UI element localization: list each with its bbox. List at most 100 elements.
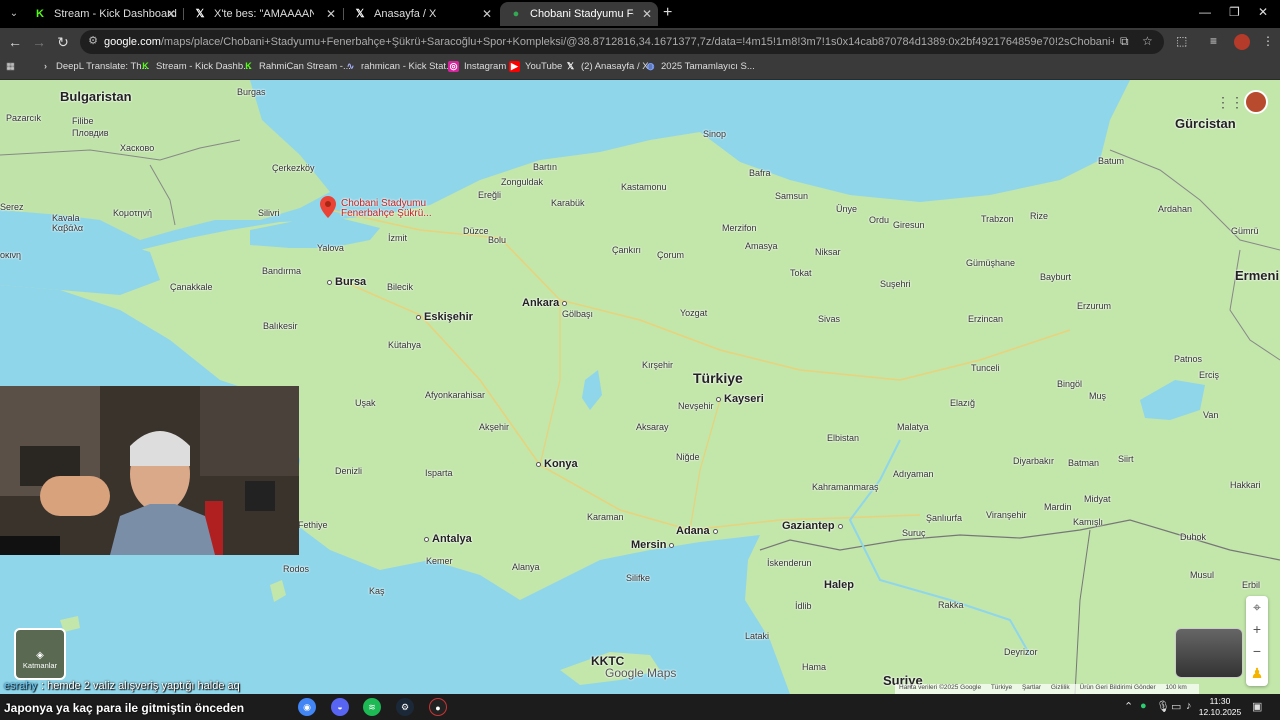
map-label-ermeni: Ermeni [1235, 268, 1280, 283]
tray-expand-icon[interactable]: ⌃ [1124, 700, 1133, 713]
map-attribution: Harita verileri ©2025 Google Türkiye Şar… [895, 684, 1199, 694]
bookmark-instagram[interactable]: ◎ Instagram [448, 56, 506, 78]
map-label-filibe: Filibe [72, 116, 94, 126]
new-tab-icon[interactable]: + [663, 4, 672, 22]
tab-x-post[interactable]: 𝕏 X'te bes: "AMAAAANN @Ebon ✕ [184, 2, 342, 26]
bookmark-label: YouTube [525, 61, 563, 72]
map-label-cankiri: Çankırı [612, 245, 642, 255]
map-label-bursa: Bursa [327, 276, 366, 288]
city-dot-icon [416, 314, 421, 320]
close-tab-icon[interactable]: ✕ [642, 2, 652, 26]
close-tab-icon[interactable]: ✕ [166, 2, 176, 26]
city-name: Gaziantep [782, 520, 835, 532]
layers-button[interactable]: ◈ Katmanlar [14, 628, 66, 680]
bookmark-kick-stats[interactable]: ∿ rahmican - Kick Stat... [345, 56, 454, 78]
map-label-kas: Kaş [369, 586, 385, 596]
map-canvas[interactable]: Bulgaristan Gürcistan Türkiye Ermeni Sur… [0, 80, 1280, 694]
tab-title: Anasayfa / X [374, 8, 437, 20]
tab-kick-dashboard[interactable]: K Stream - Kick Dashboard ✕ [24, 2, 182, 26]
bookmark-tamamlayici[interactable]: ◍ 2025 Tamamlayıcı S... [645, 56, 755, 78]
attribution-feedback[interactable]: Ürün Geri Bildirimi Gönder [1080, 684, 1156, 691]
url-text[interactable]: google.com/maps/place/Chobani+Stadyumu+F… [104, 30, 1114, 54]
map-label-alanya: Alanya [512, 562, 540, 572]
steam-icon[interactable]: ⚙ [396, 698, 414, 716]
layers-icon: ◈ [36, 650, 44, 661]
map-label-suruc: Suruç [902, 528, 926, 538]
close-tab-icon[interactable]: ✕ [326, 2, 336, 26]
bookmark-label: Stream - Kick Dashb... [156, 61, 252, 72]
microphone-icon[interactable]: 🎙 [1156, 700, 1170, 713]
bookmark-x-home[interactable]: 𝕏 (2) Anasayfa / X [565, 56, 649, 78]
map-label-afyon: Afyonkarahisar [425, 390, 486, 400]
city-name: Bursa [335, 276, 367, 288]
address-bar[interactable]: ⚙ google.com/maps/place/Chobani+Stadyumu… [80, 30, 1164, 54]
chrome-icon[interactable]: ◉ [298, 698, 316, 716]
city-dot-icon [712, 528, 718, 534]
map-label-silifke: Silifke [626, 573, 651, 583]
extensions-icon[interactable]: ⬚ [1176, 34, 1187, 48]
map-label-konya: Konya [536, 458, 578, 470]
account-avatar[interactable] [1244, 90, 1268, 114]
attribution-country[interactable]: Türkiye [991, 684, 1012, 691]
back-icon[interactable]: ← [6, 33, 24, 51]
scale-bar[interactable]: 100 km [1166, 684, 1187, 691]
obs-icon[interactable]: ● [429, 698, 447, 716]
bookmark-star-icon[interactable]: ☆ [1142, 34, 1153, 48]
city-name: Ankara [522, 297, 560, 309]
reload-icon[interactable]: ↻ [54, 33, 72, 51]
street-view-preview[interactable] [1175, 628, 1243, 678]
city-name: Eskişehir [424, 311, 473, 323]
bookmark-rahmican-stream[interactable]: K RahmiCan Stream -... [243, 56, 351, 78]
my-location-icon[interactable]: ⌖ [1246, 596, 1268, 618]
tray-status-icon[interactable]: ● [1140, 700, 1147, 712]
map-label-kemer: Kemer [426, 556, 453, 566]
menu-kebab-icon[interactable]: ⋮ [1262, 34, 1274, 48]
close-tab-icon[interactable]: ✕ [482, 2, 492, 26]
minimize-icon[interactable]: — [1199, 5, 1211, 19]
map-label-turkiye: Türkiye [693, 370, 743, 386]
bookmark-kick-dashboard[interactable]: K Stream - Kick Dashb... [140, 56, 251, 78]
city-dot-icon [716, 396, 721, 402]
bookmark-youtube[interactable]: ▶ YouTube [509, 56, 562, 78]
browser-toolbar: ← → ↻ ⚙ google.com/maps/place/Chobani+St… [0, 28, 1280, 56]
tab-search-icon[interactable]: ⌄ [4, 4, 24, 24]
map-label-karaman: Karaman [587, 512, 624, 522]
map-label-giresun: Giresun [893, 220, 925, 230]
map-label-dikim: οκινη [0, 250, 22, 260]
zoom-in-button[interactable]: + [1246, 618, 1268, 640]
map-label-kamisli: Kamışlı [1073, 517, 1104, 527]
map-label-van: Van [1203, 410, 1219, 420]
tab-title: Chobani Stadyumu Fenerbahçe [530, 8, 634, 20]
spotify-icon[interactable]: ≋ [363, 698, 381, 716]
tab-google-maps[interactable]: ● Chobani Stadyumu Fenerbahçe ✕ [500, 2, 658, 26]
map-label-bandirma: Bandırma [262, 266, 302, 276]
notifications-icon[interactable]: ▣ [1252, 700, 1262, 713]
map-label-kavala: Kavala [52, 213, 80, 223]
volume-icon[interactable]: ♪ [1186, 700, 1192, 712]
tab-title: X'te bes: "AMAAAANN @Ebon [214, 8, 314, 20]
zoom-out-button[interactable]: − [1246, 640, 1268, 662]
tab-title: Stream - Kick Dashboard [54, 8, 177, 20]
site-info-icon[interactable]: ⚙ [86, 34, 100, 48]
profile-avatar[interactable] [1234, 34, 1250, 50]
map-label-adiyaman: Adıyaman [893, 469, 934, 479]
discord-icon[interactable]: ◒ [331, 698, 349, 716]
restore-icon[interactable]: ❐ [1229, 5, 1240, 19]
pegman-icon[interactable]: ♟ [1246, 662, 1268, 684]
location-pin-icon[interactable] [320, 196, 336, 218]
attribution-terms[interactable]: Şartlar [1022, 684, 1041, 691]
system-clock[interactable]: 11:30 12.10.2025 [1198, 696, 1242, 718]
close-window-icon[interactable]: ✕ [1258, 5, 1268, 19]
bookmark-label: (2) Anasayfa / X [581, 61, 649, 72]
network-icon[interactable]: ▭ [1171, 700, 1181, 713]
apps-grid-icon[interactable]: ▦ [6, 56, 20, 78]
tab-x-home[interactable]: 𝕏 Anasayfa / X ✕ [344, 2, 498, 26]
map-label-aksaray: Aksaray [636, 422, 669, 432]
map-label-yalova: Yalova [317, 243, 344, 253]
media-control-icon[interactable]: ≡ [1210, 34, 1217, 48]
pin-label[interactable]: Chobani Stadyumu Fenerbahçe Şükrü... [341, 199, 432, 219]
install-app-icon[interactable]: ⧉ [1120, 34, 1129, 49]
forward-icon[interactable]: → [30, 33, 48, 51]
bookmark-deepl[interactable]: › DeepL Translate: Th... [40, 56, 149, 78]
attribution-privacy[interactable]: Gizlilik [1051, 684, 1070, 691]
